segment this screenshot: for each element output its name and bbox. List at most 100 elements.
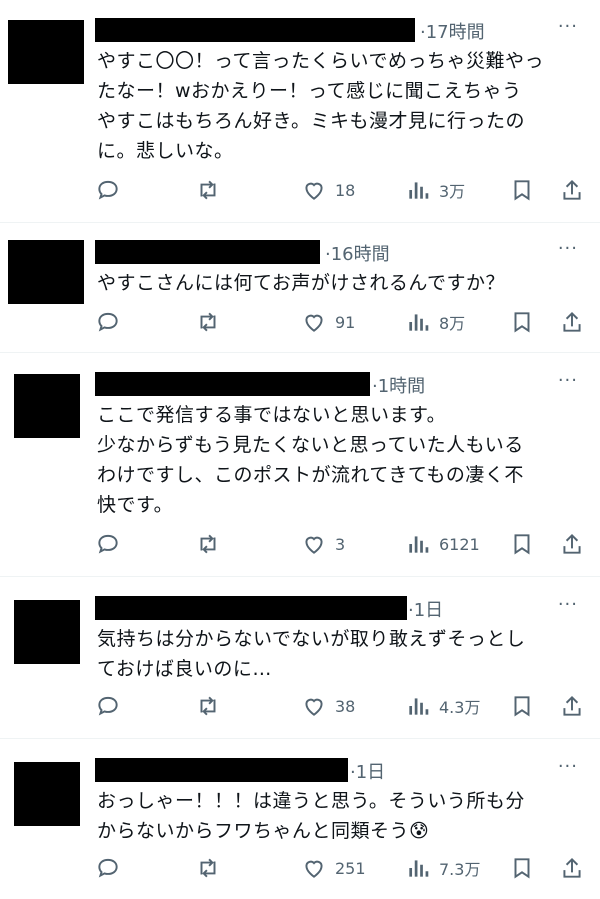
post-actions: 91 8万 (95, 308, 595, 336)
post-actions: 38 4.3万 (95, 692, 595, 720)
author-name-redacted[interactable] (95, 758, 348, 782)
post[interactable]: ·16時間 ··· やすこさんには何てお声がけされるんですか？ 91 8万 (0, 222, 600, 353)
reply-icon (98, 534, 118, 554)
post-text-line: ておけば良いのに… (97, 658, 272, 680)
like-icon (305, 182, 323, 200)
reply-icon (98, 858, 118, 878)
more-options-button[interactable]: ··· (558, 594, 578, 615)
like-button[interactable]: 251 (301, 854, 366, 882)
bookmark-button[interactable] (509, 854, 535, 882)
like-icon (305, 536, 323, 554)
avatar[interactable] (8, 240, 84, 304)
avatar[interactable] (14, 374, 80, 438)
bookmark-icon (514, 312, 530, 333)
like-button[interactable]: 91 (301, 308, 355, 336)
bookmark-button[interactable] (509, 176, 535, 204)
post-text: やすこさんには何てお声がけされるんですか？ (97, 272, 505, 294)
like-count: 251 (335, 858, 366, 878)
bookmark-button[interactable] (509, 308, 535, 336)
author-name-redacted[interactable] (95, 18, 415, 42)
reply-icon (98, 696, 118, 716)
reply-icon (98, 180, 118, 200)
post-timestamp[interactable]: ·1日 (408, 596, 443, 622)
post-timestamp[interactable]: ·1時間 (372, 372, 425, 398)
retweet-button[interactable] (195, 854, 221, 882)
views-icon (409, 182, 429, 199)
reply-button[interactable] (95, 854, 121, 882)
like-icon (305, 860, 323, 878)
post-timestamp[interactable]: ·17時間 (420, 18, 485, 44)
post-timestamp[interactable]: ·16時間 (325, 240, 390, 266)
bookmark-icon (514, 534, 530, 555)
share-button[interactable] (559, 176, 585, 204)
retweet-button[interactable] (195, 692, 221, 720)
bookmark-icon (514, 858, 530, 879)
post-actions: 3 6121 (95, 530, 595, 558)
author-name-redacted[interactable] (95, 596, 407, 620)
bookmark-icon (514, 180, 530, 201)
views-button[interactable]: 6121 (405, 530, 480, 558)
post-actions: 251 7.3万 (95, 854, 595, 882)
retweet-icon (200, 534, 216, 554)
share-button[interactable] (559, 530, 585, 558)
more-options-button[interactable]: ··· (558, 16, 578, 37)
bookmark-icon (514, 696, 530, 717)
post[interactable]: ·1時間 ··· ここで発信する事ではないと思います。 少なからずもう見たくない… (0, 352, 600, 577)
post-text-line: 少なからずもう見たくないと思っていた人もいる (97, 434, 524, 456)
share-button[interactable] (559, 854, 585, 882)
post[interactable]: ·1日 ··· 気持ちは分からないでないが取り敢えずそっとし ておけば良いのに…… (0, 576, 600, 739)
avatar[interactable] (14, 600, 80, 664)
reply-button[interactable] (95, 176, 121, 204)
author-name-redacted[interactable] (95, 240, 320, 264)
post-text-line: 気持ちは分からないでないが取り敢えずそっとし (97, 628, 526, 650)
post[interactable]: ·17時間 ··· やすこ〇〇！って言ったくらいでめっちゃ災難やっ たなー！wお… (0, 0, 600, 223)
share-icon (563, 857, 581, 878)
share-button[interactable] (559, 692, 585, 720)
like-icon (305, 314, 323, 332)
avatar[interactable] (14, 762, 80, 826)
share-icon (563, 179, 581, 200)
like-button[interactable]: 38 (301, 692, 355, 720)
views-icon (409, 860, 429, 877)
post[interactable]: ·1日 ··· おっしゃー！！！は違うと思う。そういう所も分 からないからフワち… (0, 738, 600, 899)
views-icon (409, 536, 429, 553)
view-count: 6121 (439, 534, 480, 554)
views-button[interactable]: 8万 (405, 308, 465, 336)
share-button[interactable] (559, 308, 585, 336)
post-text-line: に。悲しいな。 (97, 140, 234, 162)
avatar[interactable] (8, 20, 84, 84)
post-text-line: からないからフワちゃんと同類そう😰 (97, 820, 430, 842)
post-text-line: 快です。 (97, 494, 174, 516)
like-count: 38 (335, 696, 356, 716)
more-options-button[interactable]: ··· (558, 756, 578, 777)
reply-button[interactable] (95, 692, 121, 720)
view-count: 8万 (439, 314, 466, 333)
retweet-button[interactable] (195, 530, 221, 558)
post-actions: 18 3万 (95, 176, 595, 204)
post-text-line: やすこはもちろん好き。ミキも漫才見に行ったの (97, 110, 526, 132)
more-options-button[interactable]: ··· (558, 370, 578, 391)
bookmark-button[interactable] (509, 692, 535, 720)
views-button[interactable]: 7.3万 (405, 854, 480, 882)
post-text-line: たなー！wおかえりー！って感じに聞こえちゃう (97, 80, 522, 102)
more-options-button[interactable]: ··· (558, 238, 578, 259)
share-icon (563, 695, 581, 716)
reply-button[interactable] (95, 530, 121, 558)
bookmark-button[interactable] (509, 530, 535, 558)
post-timestamp[interactable]: ·1日 (350, 758, 385, 784)
post-text-line: ここで発信する事ではないと思います。 (97, 404, 447, 426)
views-button[interactable]: 3万 (405, 176, 465, 204)
retweet-button[interactable] (195, 176, 221, 204)
like-button[interactable]: 3 (301, 530, 345, 558)
like-count: 91 (335, 312, 356, 332)
reply-button[interactable] (95, 308, 121, 336)
post-text-line: おっしゃー！！！は違うと思う。そういう所も分 (97, 790, 525, 812)
share-icon (563, 311, 581, 332)
like-icon (305, 698, 323, 716)
like-count: 18 (335, 180, 356, 200)
views-icon (409, 314, 429, 331)
like-button[interactable]: 18 (301, 176, 355, 204)
retweet-button[interactable] (195, 308, 221, 336)
views-button[interactable]: 4.3万 (405, 692, 480, 720)
author-name-redacted[interactable] (95, 372, 370, 396)
